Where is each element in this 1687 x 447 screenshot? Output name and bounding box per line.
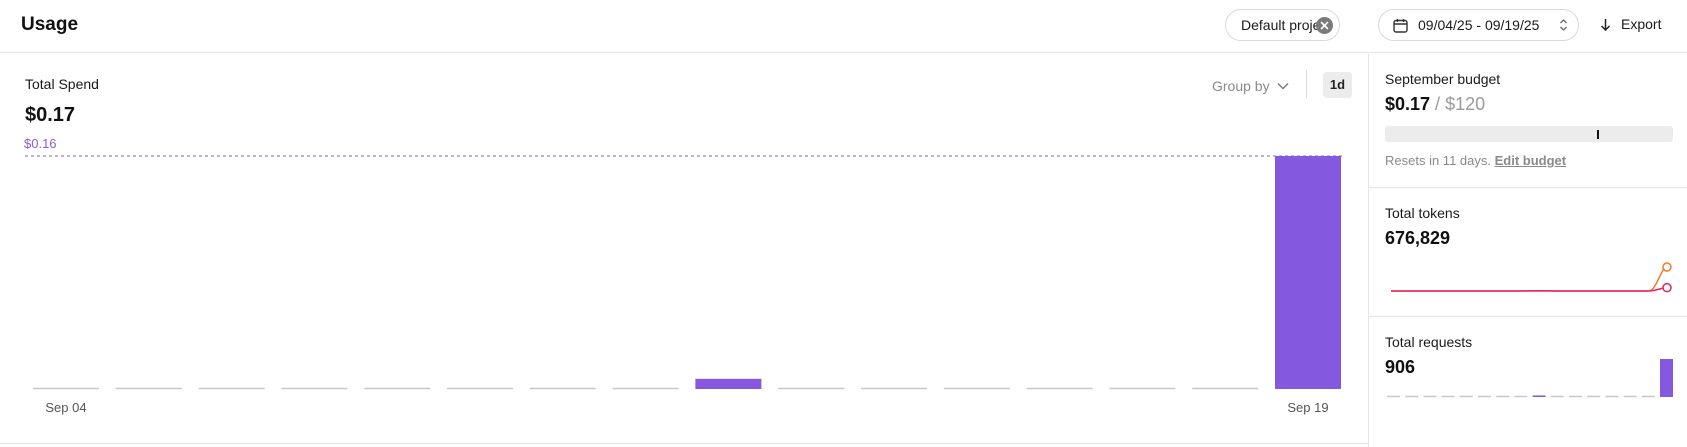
tokens-series-endpoint: [1662, 262, 1672, 272]
budget-separator: /: [1430, 94, 1446, 114]
tokens-card: Total tokens 676,829: [1369, 188, 1687, 317]
calendar-icon: [1393, 18, 1408, 33]
requests-bar: [1660, 359, 1673, 397]
export-label: Export: [1621, 16, 1662, 32]
export-button[interactable]: Export: [1600, 16, 1661, 32]
chart-bar[interactable]: [695, 378, 762, 389]
x-tick-label: Sep 04: [45, 400, 86, 415]
budget-progress-bar: [1385, 126, 1673, 142]
requests-card: Total requests 906: [1369, 317, 1687, 447]
clear-icon[interactable]: [1316, 17, 1333, 34]
tokens-sparkline: [1391, 262, 1672, 293]
spend-bar-chart: Sep 04 Sep 19: [25, 155, 1345, 415]
budget-progress-marker: [1597, 130, 1600, 139]
budget-card: September budget $0.17 / $120 Resets in …: [1369, 54, 1687, 188]
arrow-down-icon: [1600, 18, 1611, 31]
requests-mini-bar-chart: [1387, 359, 1673, 398]
x-tick-label: Sep 19: [1287, 400, 1328, 415]
chart-bar[interactable]: [1275, 156, 1341, 389]
requests-bar: [1532, 395, 1546, 397]
spend-panel: Total Spend $0.17 $0.16 Group by 1d Sep …: [0, 54, 1368, 444]
date-range-picker[interactable]: 09/04/25 - 09/19/25: [1378, 9, 1579, 41]
chevron-up-down-icon: [1560, 19, 1567, 31]
tokens-series-line: [1391, 266, 1668, 292]
budget-value: $0.17 / $120: [1385, 94, 1485, 115]
budget-label: September budget: [1385, 71, 1501, 87]
budget-reset-note: Resets in 11 days. Edit budget: [1385, 153, 1566, 168]
tokens-series-endpoint: [1662, 282, 1672, 293]
edit-budget-link[interactable]: Edit budget: [1495, 153, 1567, 168]
date-range-label: 09/04/25 - 09/19/25: [1418, 17, 1540, 33]
page-title: Usage: [21, 14, 79, 35]
tokens-series-line: [1391, 286, 1668, 292]
budget-spent: $0.17: [1385, 94, 1431, 114]
top-bar: Usage Default project 09/04/25 - 09/19/2…: [0, 0, 1687, 53]
budget-limit: $120: [1445, 94, 1486, 114]
budget-reset-text: Resets in 11 days.: [1385, 153, 1491, 168]
project-filter[interactable]: Default project: [1225, 9, 1340, 41]
